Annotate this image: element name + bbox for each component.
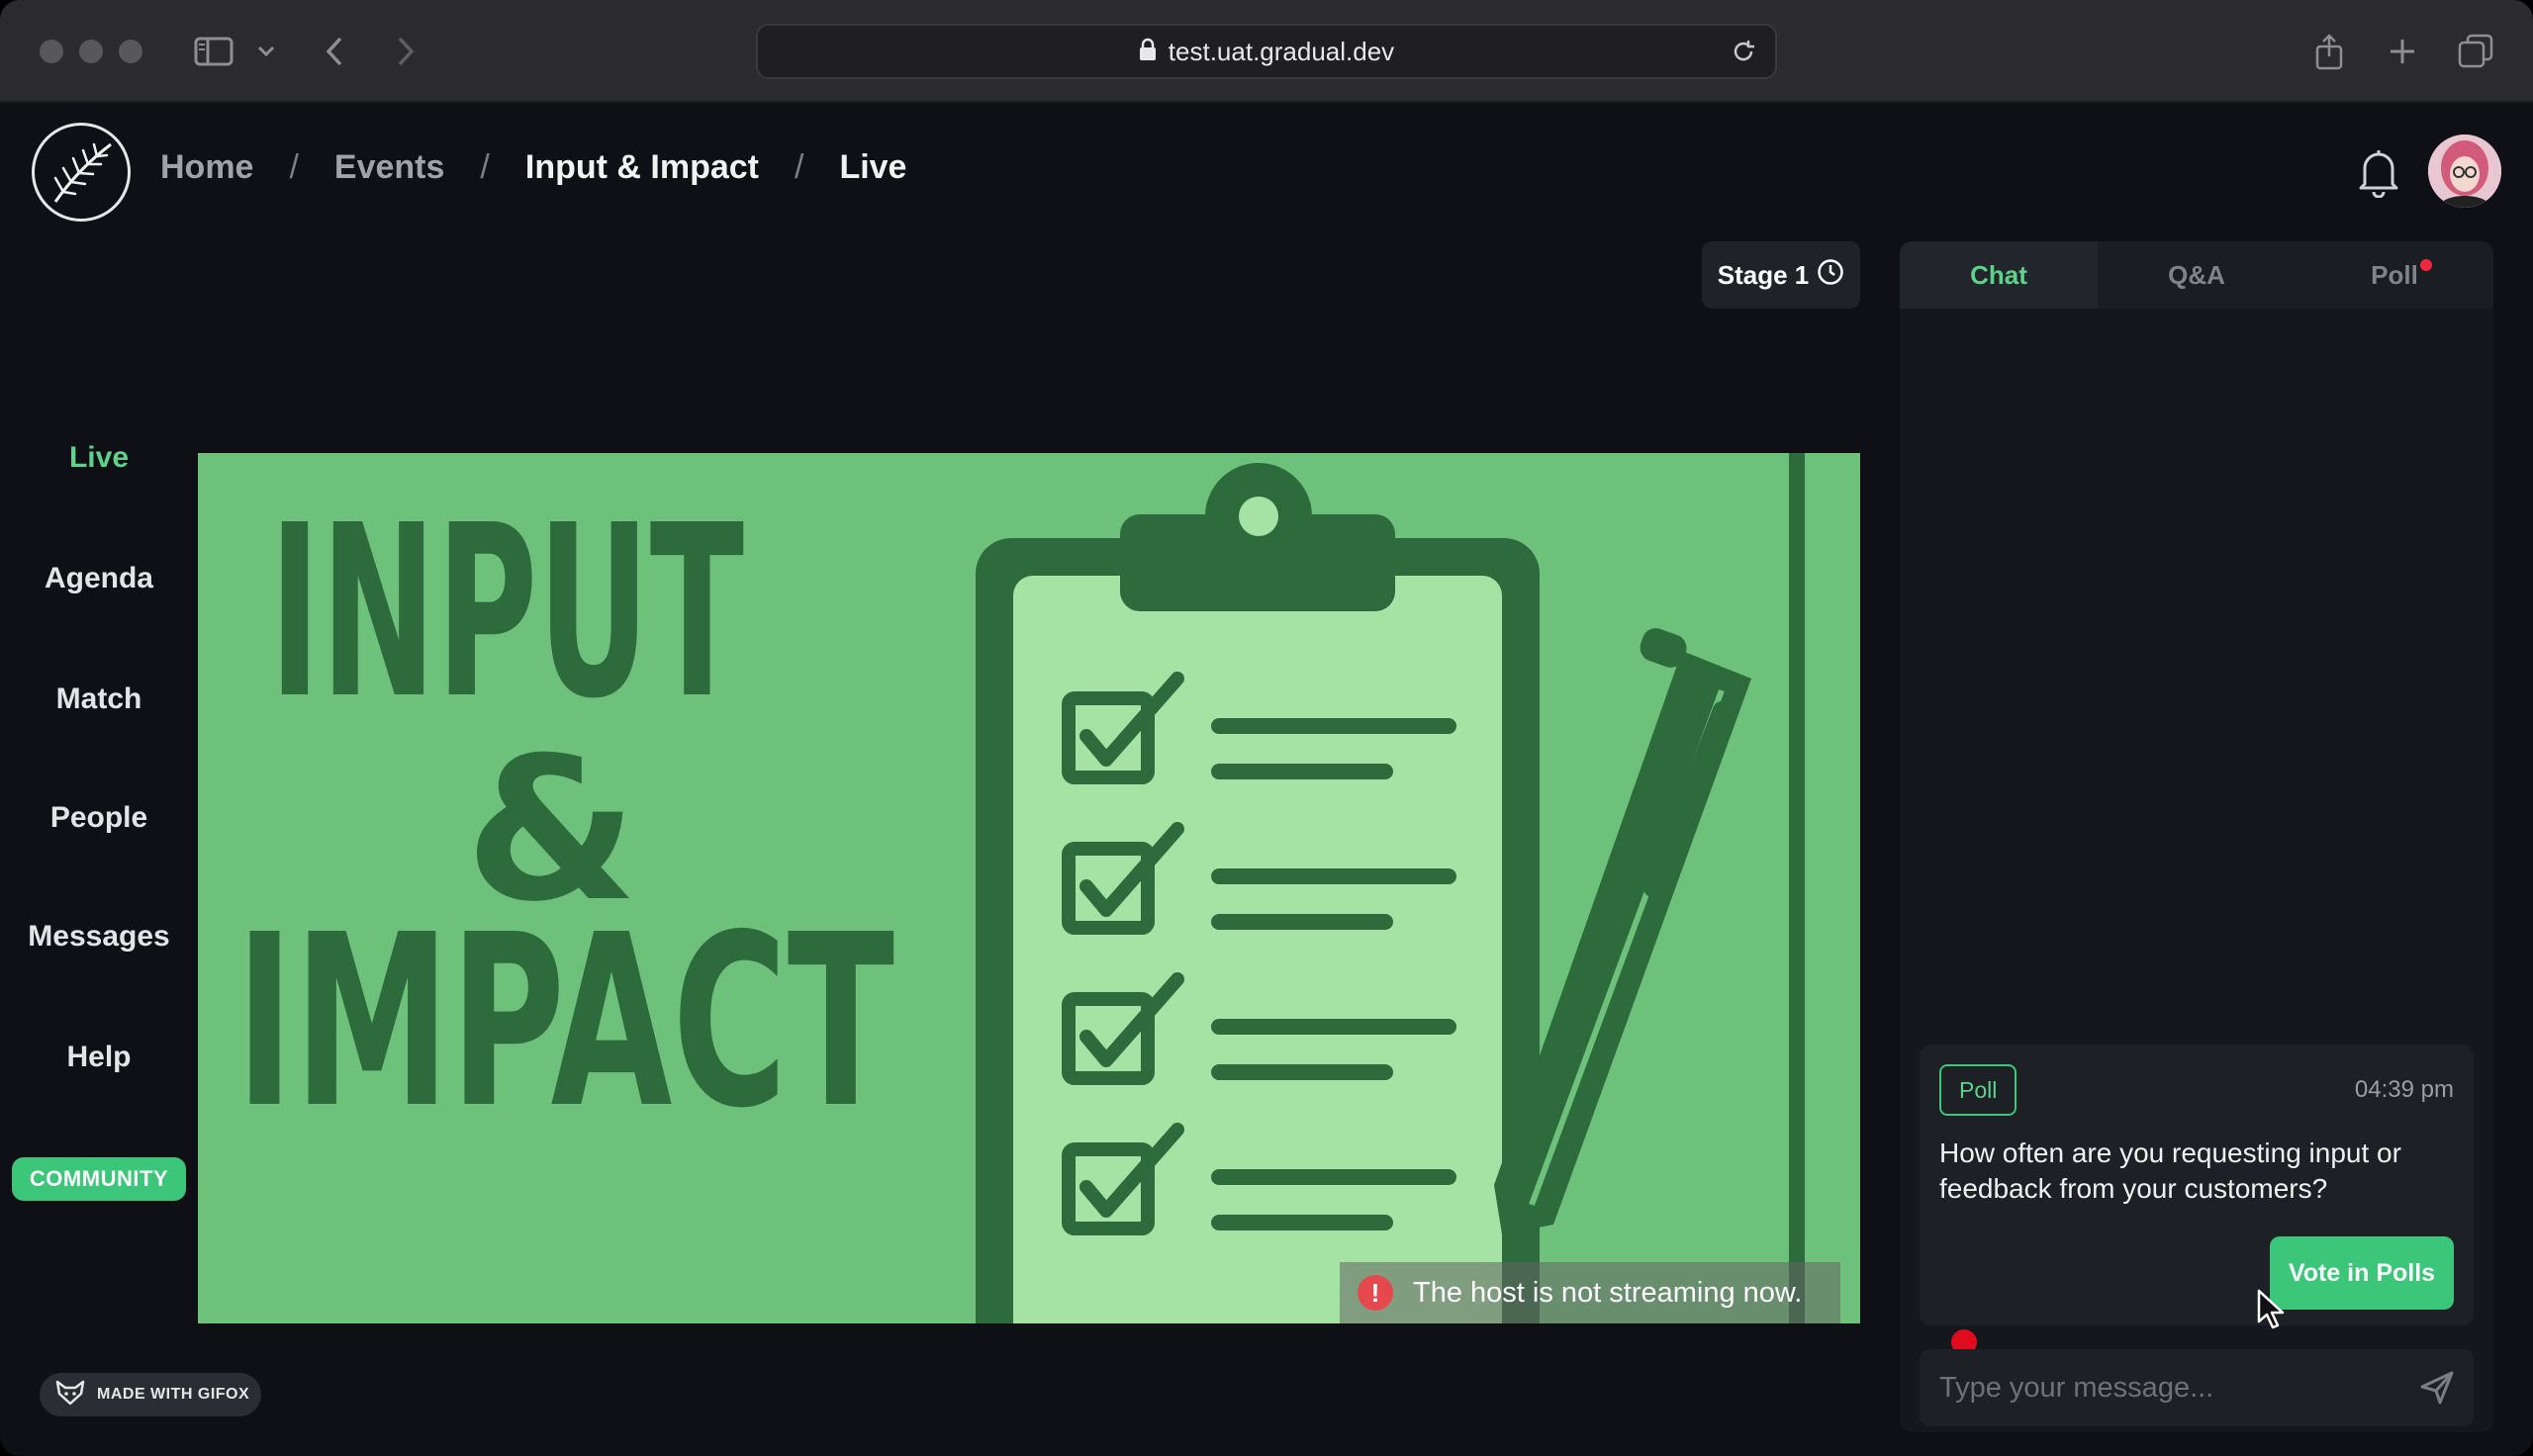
tab-poll[interactable]: Poll (2296, 241, 2493, 309)
message-composer (1920, 1349, 2474, 1426)
banner-title-line1: INPUT (269, 474, 744, 751)
url-text: test.uat.gradual.dev (1168, 36, 1395, 66)
send-icon[interactable] (2418, 1369, 2456, 1411)
nav-help[interactable]: Help (0, 1041, 198, 1074)
user-avatar[interactable] (2428, 135, 2501, 208)
nav-people[interactable]: People (0, 801, 198, 835)
breadcrumb-separator: / (289, 148, 299, 186)
lock-icon (1139, 38, 1157, 66)
minimize-window-button[interactable] (79, 40, 103, 63)
vote-in-polls-button[interactable]: Vote in Polls (2270, 1236, 2454, 1310)
forward-arrow-icon[interactable] (390, 28, 422, 75)
breadcrumb: Home / Events / Input & Impact / Live (160, 148, 906, 187)
address-bar[interactable]: test.uat.gradual.dev (756, 24, 1777, 79)
tab-poll-label: Poll (2371, 259, 2418, 290)
share-icon[interactable] (2309, 28, 2349, 75)
close-window-button[interactable] (40, 40, 63, 63)
stream-status-text: The host is not streaming now. (1413, 1276, 1803, 1309)
zoom-window-button[interactable] (119, 40, 142, 63)
clipboard-illustration (976, 463, 1540, 1323)
breadcrumb-current: Live (839, 148, 907, 186)
community-button[interactable]: COMMUNITY (12, 1157, 186, 1201)
alert-icon: ! (1358, 1275, 1393, 1311)
nav-agenda[interactable]: Agenda (0, 562, 198, 595)
breadcrumb-separator: / (480, 148, 490, 186)
fern-logo-icon[interactable] (32, 123, 131, 222)
poll-message-card: Poll 04:39 pm How often are you requesti… (1920, 1045, 2474, 1325)
stream-player[interactable]: INPUT & IMPACT ! The host is not streami… (198, 453, 1860, 1323)
poll-question: How often are you requesting input or fe… (1939, 1138, 2401, 1204)
breadcrumb-events[interactable]: Events (334, 148, 445, 187)
back-arrow-icon[interactable] (319, 28, 350, 75)
panel-tabs: Chat Q&A Poll (1900, 241, 2493, 309)
stage-selector-button[interactable]: Stage 1 (1702, 241, 1860, 309)
nav-live[interactable]: Live (0, 441, 198, 475)
watermark-text: MADE WITH GIFOX (97, 1386, 250, 1403)
message-timestamp: 04:39 pm (2354, 1076, 2454, 1103)
notification-bell-icon[interactable] (2355, 146, 2402, 203)
event-banner-image: INPUT & IMPACT (198, 453, 1860, 1323)
mouse-pointer-icon (2256, 1288, 2286, 1336)
browser-window: test.uat.gradual.dev Home / Events / Inp… (0, 0, 2533, 1456)
stream-status-banner: ! The host is not streaming now. (1340, 1262, 1840, 1323)
tab-overview-icon[interactable] (2456, 28, 2495, 75)
fox-icon (55, 1380, 85, 1410)
banner-title-line3: IMPACT (235, 883, 894, 1160)
browser-toolbar: test.uat.gradual.dev (0, 0, 2533, 103)
gifox-watermark: MADE WITH GIFOX (40, 1373, 261, 1416)
sidebar-toggle-icon[interactable] (192, 28, 235, 75)
unread-dot (2420, 259, 2432, 271)
breadcrumb-separator: / (794, 148, 804, 186)
tab-chat[interactable]: Chat (1900, 241, 2098, 309)
reload-icon[interactable] (1730, 38, 1757, 70)
poll-badge: Poll (1939, 1064, 2017, 1116)
side-panel: Chat Q&A Poll Poll 04:39 pm How often ar… (1900, 241, 2493, 1432)
nav-messages[interactable]: Messages (0, 920, 198, 954)
stage-label: Stage 1 (1717, 259, 1810, 290)
clock-icon (1817, 258, 1844, 293)
breadcrumb-home[interactable]: Home (160, 148, 253, 187)
tab-qa[interactable]: Q&A (2098, 241, 2296, 309)
breadcrumb-event[interactable]: Input & Impact (525, 148, 759, 187)
new-tab-plus-icon[interactable] (2383, 28, 2422, 75)
nav-match[interactable]: Match (0, 682, 198, 716)
message-input[interactable] (1939, 1371, 2394, 1405)
chevron-down-icon[interactable] (253, 28, 279, 75)
